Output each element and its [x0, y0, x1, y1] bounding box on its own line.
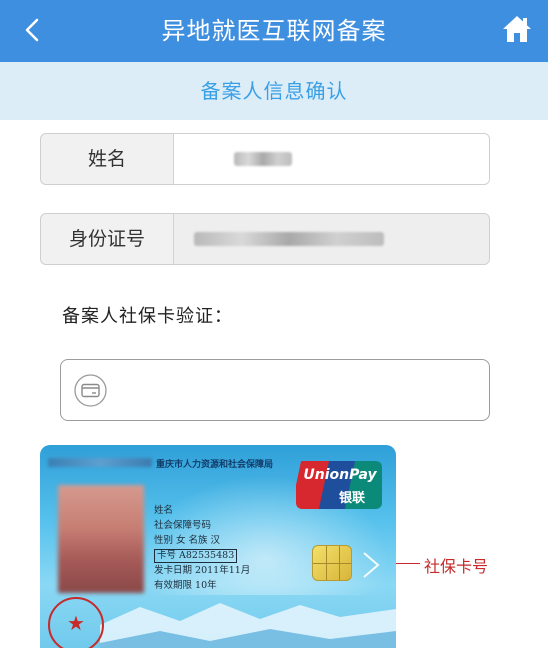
card-icon — [74, 374, 107, 407]
card-chip — [312, 545, 352, 581]
id-number-value — [173, 214, 489, 264]
name-value — [173, 134, 489, 184]
card-line-gender: 性别 女 名族 汉 — [154, 535, 221, 546]
card-redacted-top — [48, 458, 152, 467]
top-bar: 异地就医互联网备案 — [0, 0, 548, 62]
page: 异地就医互联网备案 备案人信息确认 姓名 身份证号 备案人社保卡验证： 重庆市人… — [0, 0, 548, 648]
card-line-ssn: 社会保障号码 — [154, 520, 212, 531]
home-icon — [503, 16, 531, 42]
back-button[interactable] — [18, 14, 48, 46]
card-photo-redacted — [58, 485, 144, 593]
name-field: 姓名 — [40, 133, 490, 185]
section-title: 备案人信息确认 — [0, 62, 548, 120]
chevron-right-icon — [363, 552, 380, 578]
unionpay-logo: UnionPay 银联 — [296, 461, 382, 509]
name-label: 姓名 — [87, 148, 126, 170]
id-number-field: 身份证号 — [40, 213, 490, 265]
card-issuer: 重庆市人力资源和社会保障局 — [156, 460, 274, 470]
card-line-issue-date: 发卡日期 2011年11月 — [154, 565, 251, 576]
name-redacted — [234, 152, 292, 166]
card-line-valid: 有效期限 10年 — [154, 580, 217, 591]
id-number-redacted — [194, 232, 384, 246]
page-title: 异地就医互联网备案 — [161, 17, 387, 45]
card-number-pointer-label: 社保卡号 — [424, 557, 489, 576]
pointer-line — [396, 563, 420, 564]
social-card-input[interactable] — [60, 359, 490, 421]
sample-social-card-image: 重庆市人力资源和社会保障局 UnionPay 银联 姓名 社会保障号码 性别 女… — [40, 445, 396, 648]
chevron-left-icon — [25, 18, 39, 42]
card-line-name: 姓名 — [154, 505, 174, 516]
home-button[interactable] — [502, 14, 532, 44]
card-text-lines: 姓名 社会保障号码 性别 女 名族 汉 卡号 A82535483 发卡日期 20… — [154, 503, 334, 593]
card-verify-label: 备案人社保卡验证： — [62, 306, 233, 327]
card-line-card-number: 卡号 A82535483 — [154, 549, 238, 563]
id-number-label: 身份证号 — [68, 228, 145, 250]
card-seal: ★ — [48, 597, 104, 648]
star-icon: ★ — [67, 611, 85, 635]
card-mountains — [100, 603, 396, 648]
unionpay-text: UnionPay — [303, 467, 377, 483]
